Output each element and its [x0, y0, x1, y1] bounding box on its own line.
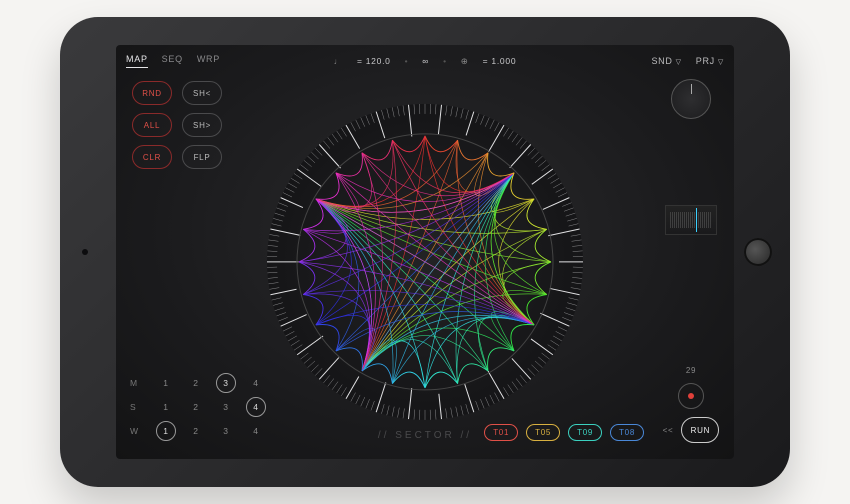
msw-row-label: S — [130, 402, 150, 412]
top-right-menus: SND▽ PRJ▽ — [651, 56, 724, 66]
link-icon[interactable]: ∞ — [422, 56, 429, 66]
top-center-readout: ♩ = 120.0 • ∞ • ⊕ = 1.000 — [334, 56, 517, 67]
clr-button[interactable]: CLR — [132, 145, 172, 169]
msw-row-label: W — [130, 426, 150, 436]
view-tabs: MAP SEQ WRP — [126, 54, 220, 68]
sector-svg — [260, 97, 590, 427]
run-row: << RUN — [663, 417, 720, 443]
shift-left-button[interactable]: SH< — [182, 81, 222, 105]
left-col-1: RND ALL CLR — [132, 81, 172, 169]
record-button[interactable] — [678, 383, 704, 409]
gain-knob[interactable] — [671, 79, 711, 119]
wheel-icon: ⊕ — [461, 56, 469, 67]
rec-counter: 29 — [686, 366, 696, 375]
all-button[interactable]: ALL — [132, 113, 172, 137]
ratio-value[interactable]: = 1.000 — [483, 56, 517, 66]
metronome-icon: ♩ — [334, 56, 343, 66]
msw-cell[interactable]: 1 — [156, 373, 176, 393]
sector-title: // SECTOR // — [378, 430, 472, 441]
shift-right-button[interactable]: SH> — [182, 113, 222, 137]
transport: 29 << RUN — [663, 366, 720, 443]
separator-dot-2: • — [443, 56, 447, 66]
msw-grid: M1234S1234W1234 — [130, 373, 270, 441]
ipad-frame: MAP SEQ WRP ♩ = 120.0 • ∞ • ⊕ = 1.000 SN… — [60, 17, 790, 487]
msw-cell[interactable]: 3 — [216, 373, 236, 393]
prj-menu[interactable]: PRJ▽ — [696, 56, 724, 66]
msw-cell[interactable]: 3 — [216, 397, 236, 417]
sector-map[interactable] — [260, 97, 590, 427]
snd-menu[interactable]: SND▽ — [651, 56, 681, 66]
tab-map[interactable]: MAP — [126, 54, 148, 68]
msw-cell[interactable]: 3 — [216, 421, 236, 441]
record-icon — [688, 393, 694, 399]
track-tag[interactable]: T09 — [568, 424, 602, 441]
tab-wrp[interactable]: WRP — [197, 54, 220, 68]
left-col-2: SH< SH> FLP — [182, 81, 222, 169]
app-screen: MAP SEQ WRP ♩ = 120.0 • ∞ • ⊕ = 1.000 SN… — [116, 45, 734, 459]
track-tag[interactable]: T05 — [526, 424, 560, 441]
msw-cell[interactable]: 1 — [156, 421, 176, 441]
msw-cell[interactable]: 1 — [156, 397, 176, 417]
separator-dot: • — [405, 56, 409, 66]
msw-cell[interactable]: 2 — [186, 397, 206, 417]
run-button[interactable]: RUN — [681, 417, 719, 443]
tempo-value[interactable]: = 120.0 — [357, 56, 391, 66]
msw-row-label: M — [130, 378, 150, 388]
chevron-down-icon: ▽ — [718, 58, 724, 66]
msw-cell[interactable]: 2 — [186, 373, 206, 393]
msw-cell[interactable]: 2 — [186, 421, 206, 441]
rewind-button[interactable]: << — [663, 426, 674, 435]
track-tag[interactable]: T01 — [484, 424, 518, 441]
chevron-down-icon: ▽ — [676, 58, 682, 66]
tab-seq[interactable]: SEQ — [162, 54, 183, 68]
track-tag[interactable]: T08 — [610, 424, 644, 441]
right-column: 29 << RUN — [662, 77, 720, 443]
flip-button[interactable]: FLP — [182, 145, 222, 169]
rnd-button[interactable]: RND — [132, 81, 172, 105]
track-tags: T01 T05 T09 T08 — [484, 424, 644, 441]
left-action-grid: RND ALL CLR SH< SH> FLP — [132, 81, 222, 169]
waveform-thumbnail[interactable] — [665, 205, 717, 235]
top-bar: MAP SEQ WRP ♩ = 120.0 • ∞ • ⊕ = 1.000 SN… — [126, 51, 724, 71]
